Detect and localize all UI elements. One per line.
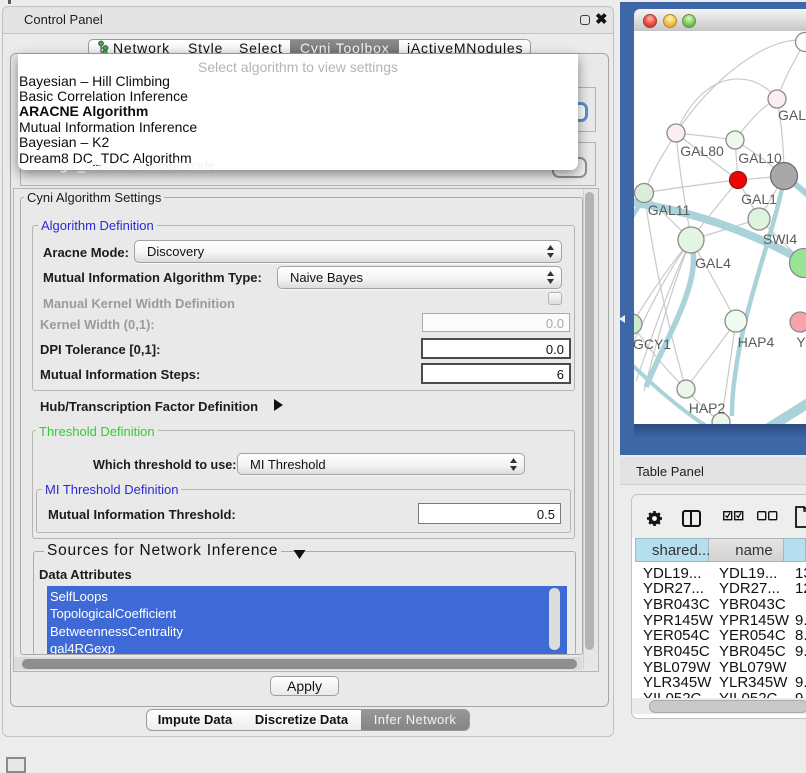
- svg-text:HAP2: HAP2: [689, 400, 726, 416]
- svg-text:GAL11: GAL11: [648, 202, 691, 218]
- svg-text:GAL10: GAL10: [738, 150, 782, 166]
- svg-text:GAL4: GAL4: [695, 255, 731, 271]
- svg-text:GCY1: GCY1: [634, 336, 671, 352]
- svg-text:GAL1: GAL1: [741, 191, 777, 207]
- svg-text:Y: Y: [796, 334, 806, 350]
- svg-text:GAL: GAL: [778, 107, 806, 123]
- svg-text:GAL80: GAL80: [680, 143, 724, 159]
- svg-text:SWI4: SWI4: [763, 231, 797, 247]
- svg-text:HAP4: HAP4: [738, 334, 775, 350]
